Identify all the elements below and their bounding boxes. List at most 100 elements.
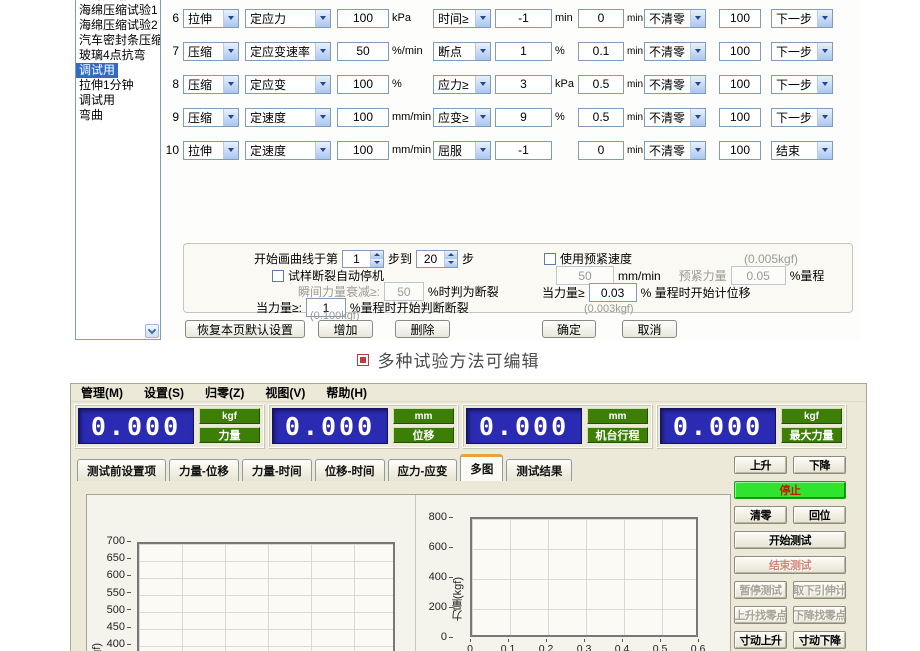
curve-from-spinner[interactable]: 1 <box>342 250 384 268</box>
spinner-arrows-icon[interactable] <box>444 251 457 267</box>
direction-select[interactable]: 压缩 <box>183 75 239 94</box>
direction-select[interactable]: 压缩 <box>183 108 239 127</box>
method-list-item[interactable]: 海绵压缩试验1 <box>76 3 160 18</box>
end-condition-select[interactable]: 应变≥ <box>433 108 491 127</box>
measurement-display: 0.000 kgf 力量 <box>74 404 264 448</box>
control-button[interactable]: 结束测试 <box>734 556 846 574</box>
step-rows: 6 拉伸 定应力 100 kPa 时间≥ -1 min 0 min <box>162 8 857 173</box>
target-value-input[interactable]: 50 <box>337 42 389 61</box>
menu-item[interactable]: 设置(S) <box>144 384 184 401</box>
tab[interactable]: 位移-时间 <box>315 459 385 481</box>
end-condition-select[interactable]: 应力≥ <box>433 75 491 94</box>
chevron-down-icon <box>817 10 832 27</box>
control-button[interactable]: 回位 <box>793 506 846 524</box>
method-list-item[interactable]: 玻璃4点抗弯 <box>76 48 160 63</box>
control-button[interactable]: 暂停测试 <box>734 581 787 599</box>
tab[interactable]: 应力-应变 <box>388 459 458 481</box>
method-list-item[interactable]: 海绵压缩试验2 <box>76 18 160 33</box>
target-value-input[interactable]: 100 <box>337 108 389 127</box>
next-step-value: 下一步 <box>776 43 812 60</box>
control-button[interactable]: 寸动上升 <box>734 631 787 649</box>
tab[interactable]: 测试结果 <box>506 459 572 481</box>
curve-to-spinner[interactable]: 20 <box>416 250 458 268</box>
control-button[interactable]: 开始测试 <box>734 531 846 549</box>
delete-button[interactable]: 删除 <box>395 320 450 338</box>
tab[interactable]: 力量-位移 <box>169 459 239 481</box>
direction-select[interactable]: 拉伸 <box>183 141 239 160</box>
hold-time-input[interactable]: 0 <box>578 141 624 160</box>
menu-item[interactable]: 管理(M) <box>81 384 123 401</box>
method-list-item[interactable]: 拉伸1分钟 <box>76 78 160 93</box>
percent-input[interactable]: 100 <box>719 108 761 127</box>
hold-time-input[interactable]: 0.5 <box>578 75 624 94</box>
ok-button[interactable]: 确定 <box>542 320 596 338</box>
condition-value-input[interactable]: -1 <box>495 9 552 28</box>
method-list-item[interactable]: 弯曲 <box>76 108 160 123</box>
method-list-item[interactable]: 汽车密封条压缩 <box>76 33 160 48</box>
clear-mode-select[interactable]: 不清零 <box>644 141 706 160</box>
disp-start-suffix: % 量程时开始计位移 <box>641 284 751 301</box>
control-mode-select[interactable]: 定速度 <box>245 108 331 127</box>
direction-select[interactable]: 压缩 <box>183 42 239 61</box>
direction-select[interactable]: 拉伸 <box>183 9 239 28</box>
end-condition-select[interactable]: 屈服 <box>433 141 491 160</box>
control-button[interactable]: 上升 <box>734 456 787 474</box>
hold-time-input[interactable]: 0.5 <box>578 108 624 127</box>
percent-input[interactable]: 100 <box>719 75 761 94</box>
menu-item[interactable]: 归零(Z) <box>205 384 244 401</box>
percent-input[interactable]: 100 <box>719 141 761 160</box>
hold-time-input[interactable]: 0.1 <box>578 42 624 61</box>
clear-mode-select[interactable]: 不清零 <box>644 9 706 28</box>
pretension-speed-unit: mm/min <box>618 269 661 283</box>
control-button[interactable]: 取下引伸计 <box>793 581 846 599</box>
add-button[interactable]: 增加 <box>318 320 373 338</box>
next-step-select[interactable]: 下一步 <box>771 75 833 94</box>
scroll-down-button[interactable] <box>145 324 159 338</box>
target-value-input[interactable]: 100 <box>337 9 389 28</box>
y-tick-label: 0 <box>423 622 453 651</box>
control-button[interactable]: 停止 <box>734 481 846 499</box>
clear-mode-select[interactable]: 不清零 <box>644 75 706 94</box>
menu-item[interactable]: 视图(V) <box>265 384 305 401</box>
clear-mode-select[interactable]: 不清零 <box>644 42 706 61</box>
tab[interactable]: 测试前设置项 <box>77 459 166 481</box>
percent-input[interactable]: 100 <box>719 9 761 28</box>
target-value-input[interactable]: 100 <box>337 141 389 160</box>
menu-item[interactable]: 帮助(H) <box>326 384 367 401</box>
cancel-button[interactable]: 取消 <box>622 320 677 338</box>
clear-mode-select[interactable]: 不清零 <box>644 108 706 127</box>
hold-time-input[interactable]: 0 <box>578 9 624 28</box>
control-button[interactable]: 清零 <box>734 506 787 524</box>
hold-unit-label: min <box>624 112 644 123</box>
method-list-item[interactable]: 调试用 <box>76 63 118 78</box>
break-stop-checkbox[interactable] <box>272 270 284 282</box>
restore-defaults-button[interactable]: 恢复本页默认设置 <box>185 320 305 338</box>
end-condition-select[interactable]: 时间≥ <box>433 9 491 28</box>
condition-value-input[interactable]: -1 <box>495 141 552 160</box>
spinner-arrows-icon[interactable] <box>370 251 383 267</box>
control-mode-select[interactable]: 定应变速率 <box>245 42 331 61</box>
target-value-input[interactable]: 100 <box>337 75 389 94</box>
pretension-checkbox[interactable] <box>544 253 556 265</box>
condition-value-input[interactable]: 3 <box>495 75 552 94</box>
control-button[interactable]: 下降找零点 <box>793 606 846 624</box>
condition-value-input[interactable]: 1 <box>495 42 552 61</box>
condition-value-input[interactable]: 9 <box>495 108 552 127</box>
method-list-item[interactable]: 调试用 <box>76 93 160 108</box>
next-step-select[interactable]: 结束 <box>771 141 833 160</box>
next-step-select[interactable]: 下一步 <box>771 108 833 127</box>
control-button[interactable]: 寸动下降 <box>793 631 846 649</box>
tab[interactable]: 力量-时间 <box>242 459 312 481</box>
next-step-select[interactable]: 下一步 <box>771 42 833 61</box>
control-mode-select[interactable]: 定速度 <box>245 141 331 160</box>
control-mode-select[interactable]: 定应变 <box>245 75 331 94</box>
end-condition-select[interactable]: 断点 <box>433 42 491 61</box>
tab[interactable]: 多图 <box>460 454 503 481</box>
step-row: 9 压缩 定速度 100 mm/min 应变≥ 9 % 0.5 min <box>162 107 857 127</box>
chart-panel: 力量(kgf) 700650600550500450400 力量(kgf) 80… <box>86 494 731 651</box>
percent-input[interactable]: 100 <box>719 42 761 61</box>
next-step-select[interactable]: 下一步 <box>771 9 833 28</box>
control-button[interactable]: 下降 <box>793 456 846 474</box>
control-button[interactable]: 上升找零点 <box>734 606 787 624</box>
control-mode-select[interactable]: 定应力 <box>245 9 331 28</box>
